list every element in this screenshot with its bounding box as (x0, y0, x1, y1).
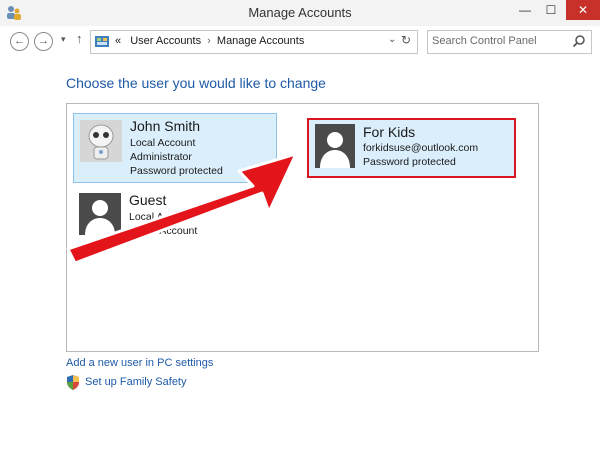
refresh-icon[interactable]: ↻ (401, 33, 411, 47)
account-tile-for-kids[interactable]: For Kids forkidsuse@outlook.com Password… (307, 118, 516, 178)
account-detail: Guest Account (129, 225, 198, 237)
account-detail: Password protected (130, 165, 223, 177)
account-name: John Smith (130, 118, 201, 134)
account-email: forkidsuse@outlook.com (363, 142, 479, 154)
up-arrow-icon[interactable]: ↑ (76, 31, 83, 46)
control-panel-icon (95, 36, 109, 47)
generic-user-avatar-icon (79, 193, 121, 235)
minimize-button[interactable]: — (512, 0, 538, 20)
recent-locations-chevron-icon[interactable]: ▾ (61, 34, 66, 45)
account-name: For Kids (363, 124, 416, 140)
account-detail: Administrator (130, 151, 192, 163)
account-detail: Local Account (130, 137, 196, 149)
account-name: Guest (129, 192, 167, 208)
account-detail: Password protected (363, 156, 456, 168)
generic-user-avatar-icon (315, 124, 355, 168)
search-input[interactable] (432, 33, 568, 49)
back-button[interactable]: ← (10, 32, 29, 51)
family-safety-row[interactable]: Set up Family Safety (66, 375, 226, 391)
account-list: John Smith Local Account Administrator P… (66, 103, 539, 352)
maximize-button[interactable]: ☐ (538, 0, 564, 20)
address-row: ← → ▾ ↑ « User Accounts › Manage Account… (0, 26, 600, 56)
breadcrumb-overflow-icon[interactable]: « (115, 35, 121, 47)
breadcrumb-separator-icon[interactable]: › (204, 35, 214, 47)
address-bar[interactable]: « User Accounts › Manage Accounts ⌄ ↻ (90, 30, 418, 54)
robot-avatar-icon (80, 120, 122, 162)
shield-icon (67, 375, 79, 390)
breadcrumb: « User Accounts › Manage Accounts (115, 35, 304, 47)
forward-button[interactable]: → (34, 32, 53, 51)
account-tile-john-smith[interactable]: John Smith Local Account Administrator P… (73, 113, 277, 183)
window-title: Manage Accounts (248, 5, 352, 20)
breadcrumb-manage-accounts[interactable]: Manage Accounts (217, 35, 304, 47)
search-box[interactable] (427, 30, 592, 54)
breadcrumb-user-accounts[interactable]: User Accounts (130, 35, 201, 47)
page-heading: Choose the user you would like to change (66, 75, 326, 91)
account-tile-guest[interactable]: Guest Local Account Guest Account (73, 189, 275, 249)
close-button[interactable]: ✕ (566, 0, 600, 20)
search-icon[interactable] (572, 34, 586, 48)
address-dropdown-icon[interactable]: ⌄ (388, 34, 396, 45)
title-bar: Manage Accounts — ☐ ✕ (0, 0, 600, 27)
account-detail: Local Account (129, 211, 195, 223)
add-new-user-link[interactable]: Add a new user in PC settings (66, 357, 213, 369)
family-safety-link[interactable]: Set up Family Safety (85, 376, 187, 388)
